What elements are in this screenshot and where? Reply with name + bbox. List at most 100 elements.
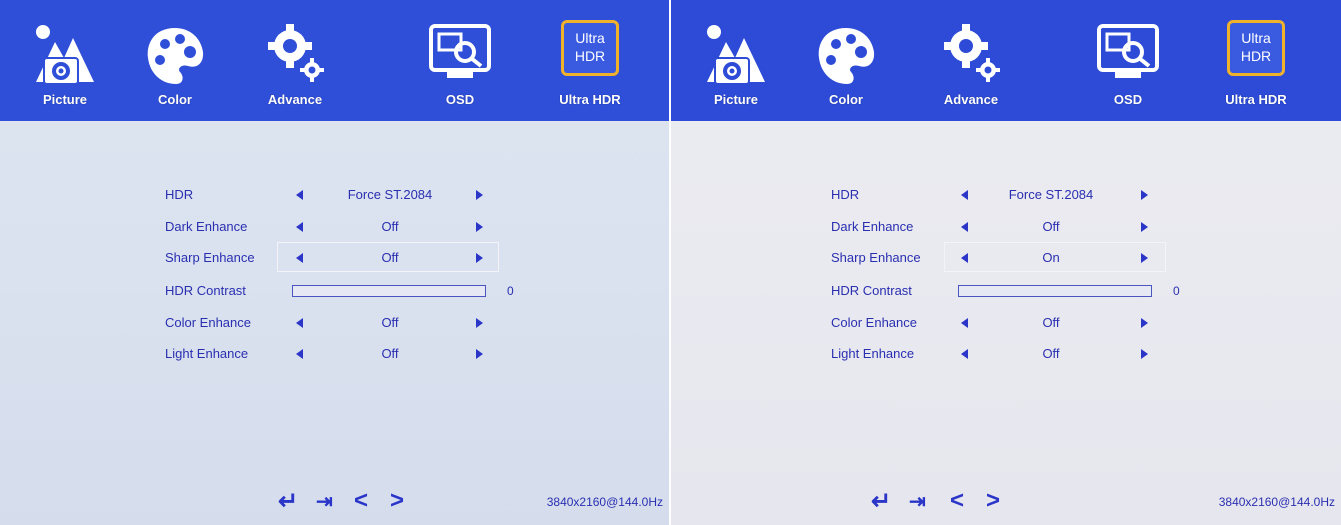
tab-color[interactable]: Color [130,20,220,116]
menu-label: Color Enhance [831,315,917,330]
ultra-hdr-icon: Ultra HDR [561,20,619,76]
menu-label: Dark Enhance [831,219,914,234]
exit-icon[interactable]: ⇥ [909,489,926,514]
menu-value: Force ST.2084 [347,187,433,202]
right-arrow-icon[interactable] [476,253,483,263]
menu-value: Off [381,346,399,361]
tab-advance[interactable]: Advance [250,20,340,116]
menu-value: Force ST.2084 [1008,187,1094,202]
menu-label: Sharp Enhance [831,250,921,265]
left-arrow-icon[interactable] [296,190,303,200]
osd-panel-left: Picture Color Advance OSD Ultra HDR Ultr… [0,0,669,525]
right-arrow-icon[interactable] [1141,222,1148,232]
palette-icon [818,28,875,84]
menu-row-dark-enhance[interactable]: Dark Enhance Off [165,214,505,240]
palette-icon [147,28,204,84]
enter-icon[interactable]: ↵ [278,487,298,516]
menu-row-light-enhance[interactable]: Light Enhance Off [165,341,505,367]
menu-value: Off [381,315,399,330]
left-arrow-icon[interactable] [296,318,303,328]
enter-icon[interactable]: ↵ [871,487,891,516]
menu-value: Off [1042,346,1060,361]
tab-label: OSD [445,92,475,107]
tab-ultra-hdr[interactable]: Ultra HDR Ultra HDR [1211,20,1301,116]
left-arrow-icon[interactable] [961,190,968,200]
menu-label: Color Enhance [165,315,251,330]
tab-label: OSD [1113,92,1143,107]
tab-picture[interactable]: Picture [691,20,781,116]
menu-value: On [1042,250,1060,265]
resolution-readout: 3840x2160@144.0Hz [546,495,663,509]
right-arrow-icon[interactable] [1141,253,1148,263]
left-arrow-icon[interactable] [961,253,968,263]
right-icon[interactable]: > [986,487,1000,515]
tab-label: Color [829,92,863,107]
osd-monitor-icon [429,24,491,78]
left-arrow-icon[interactable] [296,349,303,359]
right-arrow-icon[interactable] [1141,318,1148,328]
tab-label: Color [158,92,192,107]
gear-icon [268,24,324,82]
footer-bar: ↵ ⇥ < > 3840x2160@144.0Hz [0,475,669,525]
tab-bar: Picture Color Advance OSD Ultra HDR Ultr… [0,0,669,121]
menu-row-sharp-enhance[interactable]: Sharp Enhance On [831,245,1171,271]
tab-ultra-hdr[interactable]: Ultra HDR Ultra HDR [545,20,635,116]
tab-color[interactable]: Color [801,20,891,116]
tab-label: Ultra HDR [1225,92,1287,107]
menu-row-hdr[interactable]: HDR Force ST.2084 [831,182,1171,208]
menu-row-sharp-enhance[interactable]: Sharp Enhance Off [165,245,505,271]
gear-icon [944,24,1000,82]
right-icon[interactable]: > [390,487,404,515]
tab-osd[interactable]: OSD [415,20,505,116]
exit-icon[interactable]: ⇥ [316,489,333,514]
menu-value: Off [381,219,399,234]
menu-label: HDR [165,187,194,202]
left-icon[interactable]: < [950,487,964,515]
menu-label: HDR [831,187,860,202]
tab-picture[interactable]: Picture [20,20,110,116]
menu-row-color-enhance[interactable]: Color Enhance Off [831,310,1171,336]
menu-value: Off [1042,219,1060,234]
left-arrow-icon[interactable] [961,349,968,359]
menu-label: Light Enhance [831,346,915,361]
left-arrow-icon[interactable] [296,222,303,232]
left-icon[interactable]: < [354,487,368,515]
menu-value: Off [381,250,399,265]
menu-label: Light Enhance [165,346,249,361]
contrast-value: 0 [507,284,514,298]
tab-osd[interactable]: OSD [1083,20,1173,116]
left-arrow-icon[interactable] [961,222,968,232]
menu-label: HDR Contrast [165,283,246,298]
tab-label: Advance [267,92,323,107]
menu-label: HDR Contrast [831,283,912,298]
tab-bar: Picture Color Advance OSD Ultra HDR Ultr… [671,0,1341,121]
contrast-slider[interactable] [958,285,1152,297]
menu-row-hdr[interactable]: HDR Force ST.2084 [165,182,505,208]
picture-icon [36,25,94,85]
menu-label: Dark Enhance [165,219,248,234]
left-arrow-icon[interactable] [296,253,303,263]
tab-advance[interactable]: Advance [926,20,1016,116]
contrast-slider[interactable] [292,285,486,297]
tab-label: Ultra HDR [559,92,621,107]
right-arrow-icon[interactable] [1141,190,1148,200]
osd-panel-right: Picture Color Advance OSD Ultra HDR Ultr… [671,0,1341,525]
menu-row-color-enhance[interactable]: Color Enhance Off [165,310,505,336]
ultra-hdr-icon: Ultra HDR [1227,20,1285,76]
right-arrow-icon[interactable] [1141,349,1148,359]
contrast-value: 0 [1173,284,1180,298]
menu-row-light-enhance[interactable]: Light Enhance Off [831,341,1171,367]
resolution-readout: 3840x2160@144.0Hz [1218,495,1335,509]
tab-label: Picture [713,92,759,107]
right-arrow-icon[interactable] [476,190,483,200]
menu-row-dark-enhance[interactable]: Dark Enhance Off [831,214,1171,240]
right-arrow-icon[interactable] [476,349,483,359]
left-arrow-icon[interactable] [961,318,968,328]
tab-label: Advance [943,92,999,107]
right-arrow-icon[interactable] [476,222,483,232]
menu-value: Off [1042,315,1060,330]
osd-monitor-icon [1097,24,1159,78]
menu-row-hdr-contrast[interactable]: HDR Contrast 0 [831,278,1191,304]
right-arrow-icon[interactable] [476,318,483,328]
menu-row-hdr-contrast[interactable]: HDR Contrast 0 [165,278,525,304]
